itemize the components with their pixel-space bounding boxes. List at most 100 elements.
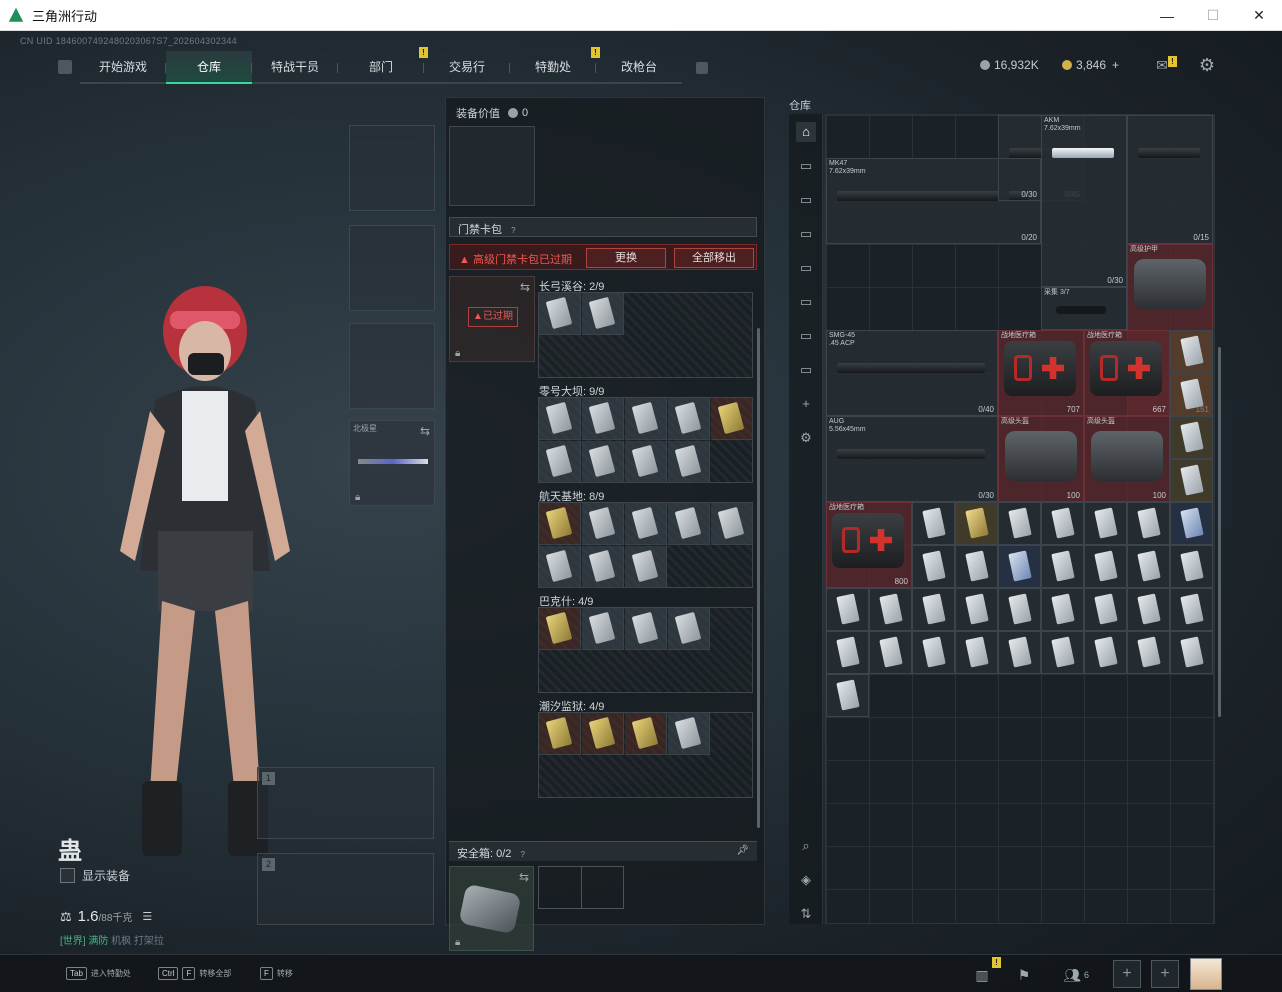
stash-keycard[interactable] [1127, 545, 1170, 588]
category-settings-icon[interactable]: ⚙ [796, 428, 816, 448]
show-equipment-toggle[interactable]: 显示装备 [60, 867, 130, 884]
keycard-item[interactable] [625, 441, 667, 483]
category-6-icon[interactable]: ▭ [796, 326, 816, 346]
stash-item[interactable]: 高级头盔 100 [998, 416, 1084, 502]
close-button[interactable]: ✕ [1236, 0, 1282, 31]
all-items-icon[interactable]: ⌂ [796, 122, 816, 142]
stash-keycard[interactable] [998, 631, 1041, 674]
stash-keycard[interactable] [1084, 588, 1127, 631]
keycard-item[interactable] [582, 713, 624, 755]
hint-transfer-all[interactable]: Ctrl F 转移全部 [158, 967, 231, 980]
stash-keycard[interactable] [912, 631, 955, 674]
backpack-slot[interactable] [449, 126, 535, 206]
tab-6[interactable]: 改枪台 [596, 51, 682, 84]
keycard-item[interactable] [582, 608, 624, 650]
primary-weapon-slot-1[interactable]: 1 [257, 767, 434, 839]
stash-keycard[interactable] [955, 545, 998, 588]
tab-0[interactable]: 开始游戏 [80, 51, 166, 84]
stash-keycard[interactable] [1170, 330, 1213, 373]
stash-keycard[interactable] [1041, 588, 1084, 631]
stash-item[interactable]: AKM 7.62x39mm 0/30 [1041, 115, 1127, 287]
help-icon[interactable]: ? [511, 226, 515, 235]
hint-transfer[interactable]: F 转移 [260, 967, 293, 980]
swap-icon[interactable]: ⇆ [520, 280, 530, 294]
stash-keycard[interactable] [912, 588, 955, 631]
keycard-item[interactable] [539, 546, 581, 588]
list-icon[interactable]: ☰ [142, 910, 152, 923]
stash-keycard[interactable] [1170, 545, 1213, 588]
sort-icon[interactable]: ⇅ [796, 904, 816, 924]
stash-keycard[interactable] [1084, 631, 1127, 674]
stash-keycard[interactable] [1170, 588, 1213, 631]
stash-keycard[interactable] [912, 545, 955, 588]
swap-icon[interactable]: ⇆ [420, 424, 430, 438]
friends-icon[interactable]: 👥︎ [1060, 963, 1084, 987]
keycard-item[interactable] [711, 503, 753, 545]
stash-item[interactable]: SMG-45 .45 ACP 0/40 [826, 330, 998, 416]
stash-keycard[interactable] [826, 588, 869, 631]
player-avatar[interactable] [1190, 958, 1222, 990]
stash-keycard[interactable] [1170, 502, 1213, 545]
stash-keycard[interactable] [1127, 588, 1170, 631]
helmet-slot[interactable] [349, 125, 435, 211]
keycard-item[interactable] [582, 546, 624, 588]
keycard-item[interactable] [582, 441, 624, 483]
keycard-item[interactable] [539, 713, 581, 755]
pin-icon[interactable]: 📌︎ [736, 845, 749, 856]
safe-box-empty-cells[interactable] [538, 866, 624, 909]
map-keycard-grid[interactable] [538, 712, 753, 798]
invite-slot-2[interactable]: + [1151, 960, 1179, 988]
stash-keycard[interactable] [955, 588, 998, 631]
stash-keycard[interactable] [869, 588, 912, 631]
pistol-slot[interactable] [349, 323, 435, 409]
category-7-icon[interactable]: ▭ [796, 360, 816, 380]
minimize-button[interactable]: — [1144, 0, 1190, 31]
category-1-icon[interactable]: ▭ [796, 156, 816, 176]
keycard-item[interactable] [582, 293, 624, 335]
swap-icon[interactable]: ⇆ [519, 870, 529, 884]
invite-slot-1[interactable]: + [1113, 960, 1141, 988]
stash-item[interactable]: AUG 5.56x45mm 0/30 [826, 416, 998, 502]
stash-keycard[interactable] [826, 674, 869, 717]
stash-keycard[interactable] [1084, 502, 1127, 545]
category-3-icon[interactable]: ▭ [796, 224, 816, 244]
stash-keycard[interactable] [998, 588, 1041, 631]
settings-gear-icon[interactable]: ⚙ [1195, 53, 1219, 77]
stash-keycard[interactable] [1041, 545, 1084, 588]
map-keycard-grid[interactable] [538, 292, 753, 378]
stash-item[interactable]: 战地医疗箱 667 [1084, 330, 1170, 416]
keycard-item[interactable] [582, 503, 624, 545]
map-keycard-grid[interactable] [538, 397, 753, 483]
add-gold-button[interactable]: + [1112, 58, 1119, 72]
stash-keycard[interactable] [1041, 502, 1084, 545]
category-2-icon[interactable]: ▭ [796, 190, 816, 210]
stash-keycard[interactable] [1170, 416, 1213, 459]
stash-keycard[interactable] [1170, 373, 1213, 416]
stash-keycard[interactable] [955, 631, 998, 674]
stats-chart-icon[interactable]: ▥ [970, 963, 994, 987]
keycard-item[interactable] [539, 608, 581, 650]
stash-item[interactable]: 0/15 [1127, 115, 1213, 244]
replace-button[interactable]: 更换 [586, 248, 666, 268]
nav-next-icon[interactable] [696, 62, 708, 74]
add-category-icon[interactable]: + [796, 394, 816, 414]
armor-slot[interactable] [349, 225, 435, 311]
keycard-item[interactable] [625, 398, 667, 440]
stash-keycard[interactable] [998, 545, 1041, 588]
stash-keycard[interactable] [826, 631, 869, 674]
keycard-item[interactable] [711, 398, 753, 440]
stash-scrollbar[interactable] [1218, 347, 1221, 717]
tab-1[interactable]: 仓库 [166, 51, 252, 84]
maximize-button[interactable]: ☐ [1190, 0, 1236, 31]
tab-2[interactable]: 特战干员 [252, 51, 338, 84]
category-4-icon[interactable]: ▭ [796, 258, 816, 278]
keycard-item[interactable] [625, 713, 667, 755]
primary-weapon-slot-2[interactable]: 2 [257, 853, 434, 925]
keycard-item[interactable] [539, 441, 581, 483]
keycard-item[interactable] [625, 503, 667, 545]
keycard-item[interactable] [539, 503, 581, 545]
keycard-item[interactable] [668, 503, 710, 545]
category-5-icon[interactable]: ▭ [796, 292, 816, 312]
stash-item[interactable]: 战地医疗箱 707 [998, 330, 1084, 416]
map-keycard-grid[interactable] [538, 607, 753, 693]
